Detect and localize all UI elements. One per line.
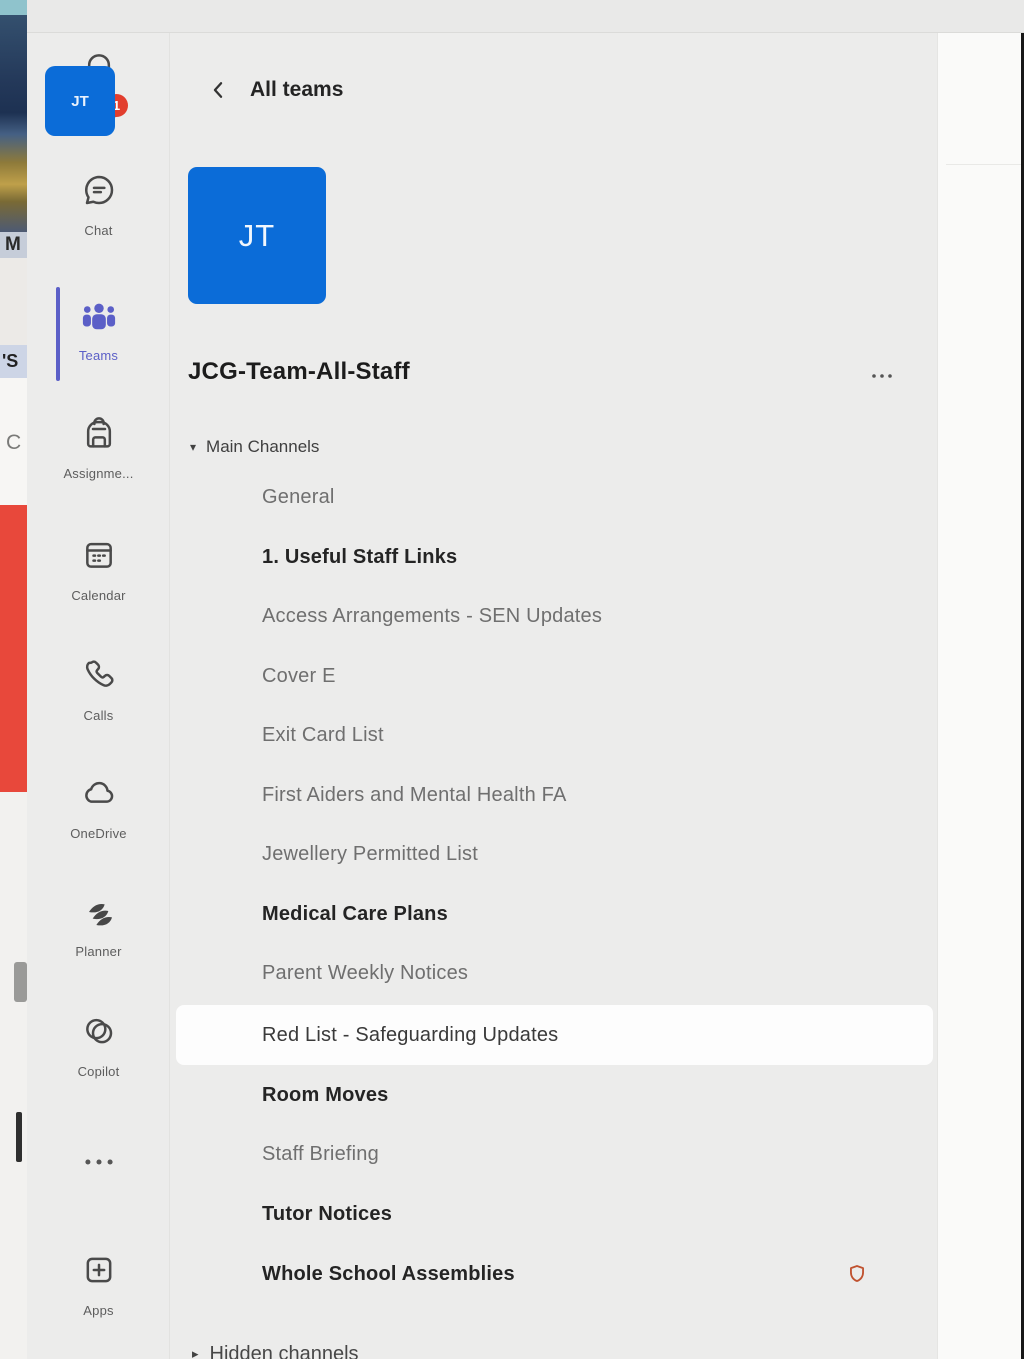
rail-label-onedrive: OneDrive	[27, 826, 170, 841]
channel-cover-e[interactable]: Cover E	[176, 646, 933, 706]
rail-item-calendar[interactable]	[27, 535, 170, 580]
teams-app-window: M 'S C 1 Activity	[0, 0, 1024, 1359]
hidden-channels-label: Hidden channels	[210, 1343, 359, 1359]
cloud-icon	[79, 773, 119, 813]
channel-medical-care-plans[interactable]: Medical Care Plans	[176, 884, 933, 944]
channel-first-aiders[interactable]: First Aiders and Mental Health FA	[176, 765, 933, 825]
channel-staff-briefing[interactable]: Staff Briefing	[176, 1124, 933, 1184]
channel-whole-school-assemblies[interactable]: Whole School Assemblies	[176, 1244, 933, 1304]
background-white-band: C	[0, 378, 27, 505]
back-label: All teams	[250, 78, 343, 102]
back-chevron-icon	[208, 79, 228, 101]
backpack-icon	[79, 413, 119, 453]
rail-item-planner[interactable]	[27, 891, 170, 936]
background-window-sliver: M 'S C	[0, 0, 27, 1359]
rail-item-assignments[interactable]	[27, 413, 170, 458]
more-icon	[80, 1150, 118, 1174]
rail-label-calls: Calls	[27, 708, 170, 723]
rail-item-apps[interactable]	[27, 1250, 170, 1295]
rail-label-calendar: Calendar	[27, 588, 170, 603]
section-label: Main Channels	[206, 437, 319, 457]
apps-plus-icon	[79, 1250, 119, 1290]
teams-icon	[78, 295, 120, 337]
planner-icon	[79, 891, 119, 931]
background-light-band	[0, 258, 27, 345]
all-teams-back-button[interactable]: All teams	[170, 64, 570, 116]
channel-tutor-notices[interactable]: Tutor Notices	[176, 1184, 933, 1244]
profile-avatar[interactable]: JT	[45, 66, 115, 136]
copilot-icon	[79, 1011, 119, 1051]
background-gray-fragment	[14, 962, 27, 1002]
team-avatar: JT	[188, 167, 326, 304]
shield-icon	[846, 1263, 868, 1285]
rail-item-calls[interactable]	[27, 655, 170, 700]
rail-label-planner: Planner	[27, 944, 170, 959]
background-photo-fragment	[0, 15, 27, 232]
team-name: JCG-Team-All-Staff	[188, 358, 410, 386]
chat-icon	[79, 170, 119, 210]
rail-label-assignments: Assignme...	[27, 466, 170, 481]
channel-parent-weekly-notices[interactable]: Parent Weekly Notices	[176, 943, 933, 1003]
main-channels-section-header[interactable]: ▾ Main Channels	[170, 427, 937, 467]
channel-exit-card-list[interactable]: Exit Card List	[176, 705, 933, 765]
channel-room-moves[interactable]: Room Moves	[176, 1065, 933, 1125]
team-channels-panel: All teams JT JCG-Team-All-Staff ▾ Main C…	[170, 0, 937, 1359]
rail-item-more[interactable]	[27, 1150, 170, 1179]
channel-jewellery-permitted[interactable]: Jewellery Permitted List	[176, 824, 933, 884]
background-text-fragment: M	[0, 232, 27, 258]
channel-content-panel-edge	[937, 0, 1024, 1359]
team-header-row: JCG-Team-All-Staff	[170, 348, 937, 402]
rail-label-chat: Chat	[27, 223, 170, 238]
rail-item-copilot[interactable]	[27, 1011, 170, 1056]
app-rail: 1 Activity Chat	[27, 0, 170, 1359]
rail-label-apps: Apps	[27, 1303, 170, 1318]
background-teal-strip	[0, 0, 27, 15]
rail-item-chat[interactable]	[27, 170, 170, 215]
section-collapsed-icon: ▸	[192, 1346, 199, 1359]
window-titlebar-band	[27, 0, 1024, 33]
channel-useful-staff-links[interactable]: 1. Useful Staff Links	[176, 527, 933, 587]
background-dark-fragment	[16, 1112, 22, 1162]
channel-red-list-safeguarding[interactable]: Red List - Safeguarding Updates	[176, 1005, 933, 1065]
channel-general[interactable]: General	[176, 467, 933, 527]
background-red-block	[0, 505, 27, 792]
rail-item-teams[interactable]	[27, 295, 170, 342]
rail-item-onedrive[interactable]	[27, 773, 170, 818]
content-header-divider	[946, 164, 1024, 165]
calendar-icon	[79, 535, 119, 575]
team-menu-icon[interactable]	[862, 362, 902, 390]
phone-icon	[79, 655, 119, 695]
hidden-channels-section-header[interactable]: ▸ Hidden channels	[170, 1324, 937, 1359]
section-expanded-icon: ▾	[190, 440, 196, 454]
channel-access-arrangements[interactable]: Access Arrangements - SEN Updates	[176, 586, 933, 646]
background-text-fragment: 'S	[0, 345, 27, 378]
rail-label-copilot: Copilot	[27, 1064, 170, 1079]
rail-label-teams: Teams	[27, 348, 170, 363]
